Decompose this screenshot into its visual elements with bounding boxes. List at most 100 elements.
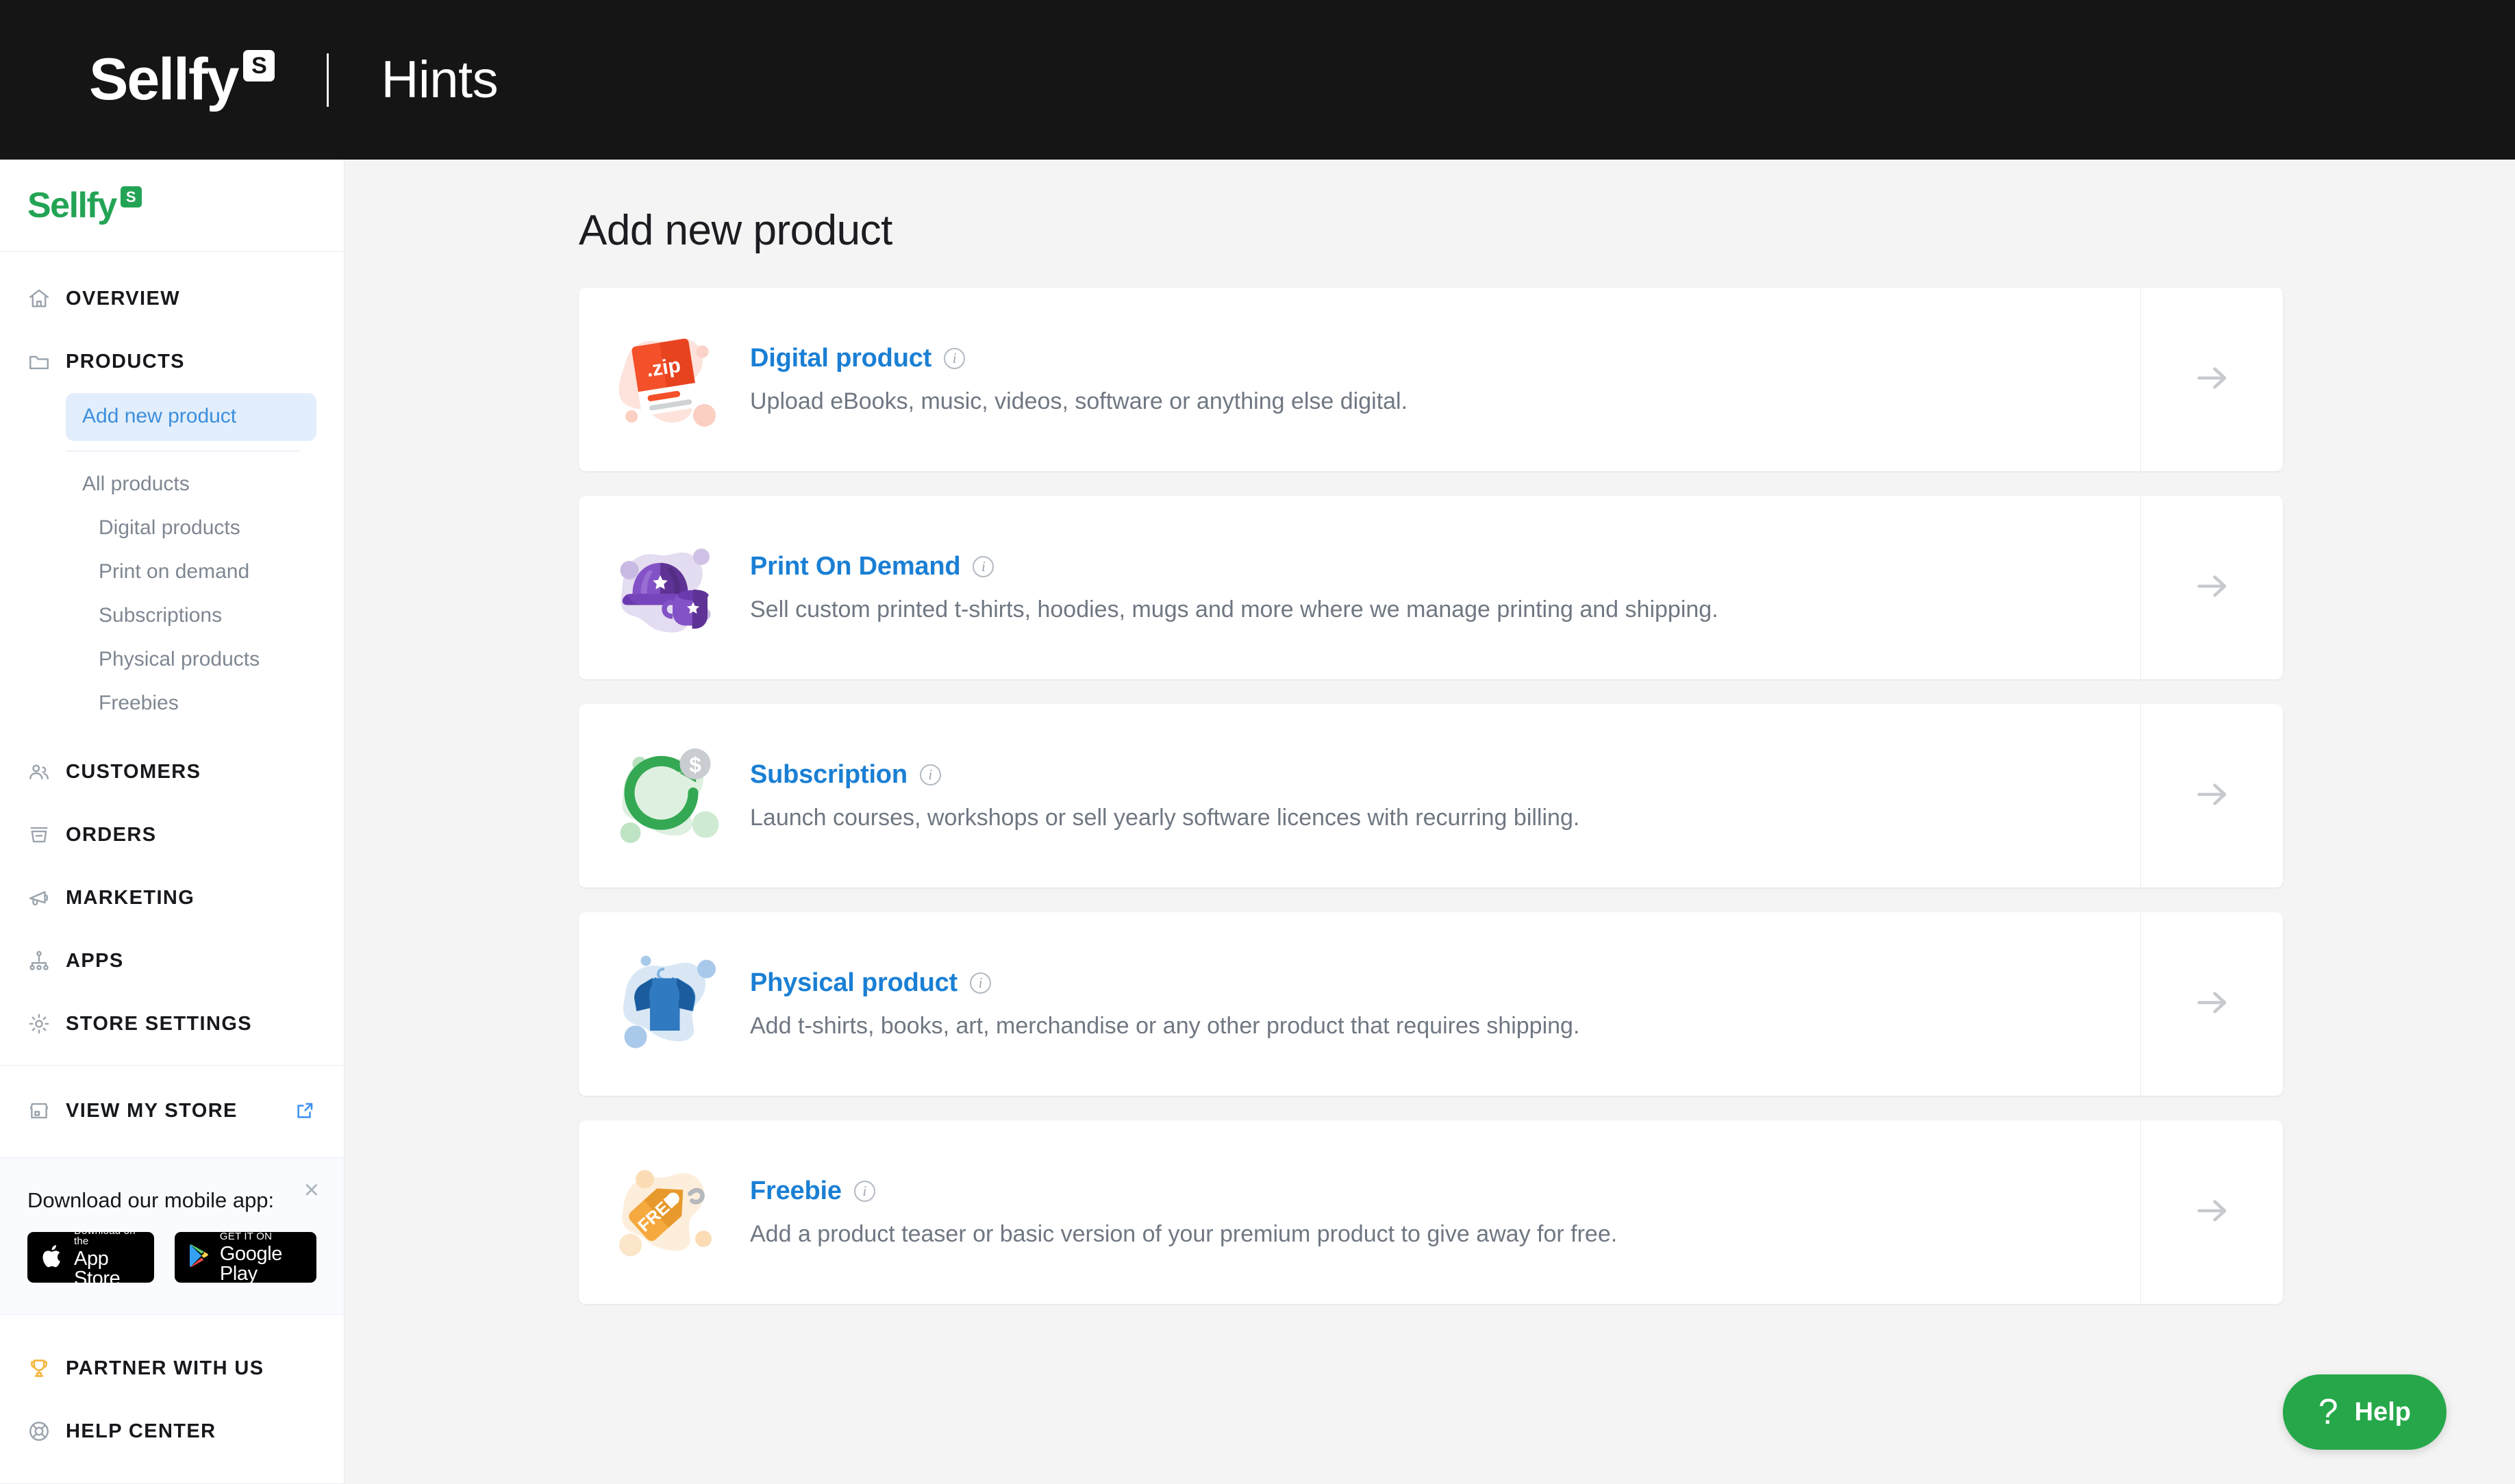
card-go-button[interactable]: [2140, 496, 2283, 679]
google-play-badge[interactable]: GET IT ON Google Play: [174, 1231, 316, 1284]
sidebar-item-print-on-demand[interactable]: Print on demand: [66, 550, 316, 594]
cap-and-mug-icon: [579, 496, 750, 679]
tshirt-icon: [579, 912, 750, 1096]
card-title[interactable]: Subscription: [750, 760, 908, 790]
info-icon[interactable]: i: [853, 1181, 875, 1202]
top-bar: Sellfy S Hints: [0, 0, 2515, 160]
card-header: Digital product i: [750, 344, 2099, 373]
card-title[interactable]: Freebie: [750, 1177, 842, 1206]
card-description: Launch courses, workshops or sell yearly…: [750, 805, 1580, 831]
promo-title: Download our mobile app:: [27, 1188, 275, 1212]
sidebar-item-label: HELP CENTER: [66, 1420, 216, 1442]
zip-file-icon: .zip: [579, 288, 750, 471]
sidebar-item-label: PARTNER WITH US: [66, 1357, 264, 1379]
page-title: Add new product: [579, 207, 892, 254]
sidebar-item-add-new-product[interactable]: Add new product: [66, 393, 316, 441]
sidebar-item-subscriptions[interactable]: Subscriptions: [66, 594, 316, 638]
sidebar-sellfy-logo[interactable]: Sellfy S: [27, 185, 142, 226]
sidebar-item-view-my-store[interactable]: VIEW MY STORE: [0, 1079, 344, 1142]
sellfy-brand-logo[interactable]: Sellfy S: [89, 46, 275, 114]
sidebar-brand-wordmark: Sellfy: [27, 186, 117, 225]
store-icon: [27, 1099, 66, 1122]
info-icon[interactable]: i: [970, 972, 991, 994]
card-header: Physical product i: [750, 968, 2099, 998]
sidebar-item-label: APPS: [66, 949, 124, 972]
card-header: Freebie i: [750, 1177, 2099, 1206]
card-body: Digital product i Upload eBooks, music, …: [750, 288, 2140, 471]
card-go-button[interactable]: [2140, 704, 2283, 888]
sidebar-item-label: ORDERS: [66, 823, 157, 846]
card-go-button[interactable]: [2140, 1120, 2283, 1304]
sidebar-item-store-settings[interactable]: STORE SETTINGS: [0, 992, 344, 1055]
sidebar-item-customers[interactable]: CUSTOMERS: [0, 740, 344, 803]
brand-mark-icon: S: [243, 50, 275, 81]
arrow-right-icon: [2192, 566, 2232, 609]
sidebar-item-partner-with-us[interactable]: PARTNER WITH US: [0, 1337, 344, 1400]
card-title[interactable]: Digital product: [750, 344, 931, 373]
card-description: Upload eBooks, music, videos, software o…: [750, 388, 1408, 414]
product-type-card-print-on-demand[interactable]: Print On Demand i Sell custom printed t-…: [579, 496, 2283, 679]
sidebar-item-products[interactable]: PRODUCTS: [0, 330, 344, 393]
info-icon[interactable]: i: [973, 556, 994, 577]
app-store-badge-text: Download on the App Store: [74, 1226, 142, 1289]
app-store-badge[interactable]: Download on the App Store: [27, 1226, 154, 1289]
customers-icon: [27, 760, 66, 783]
sidebar-subitem-label: All products: [82, 473, 190, 495]
home-icon: [27, 287, 66, 310]
sidebar-item-label: OVERVIEW: [66, 287, 180, 310]
orders-icon: [27, 823, 66, 846]
card-go-button[interactable]: [2140, 912, 2283, 1096]
apps-icon: [27, 949, 66, 972]
sidebar-item-help-center[interactable]: HELP CENTER: [0, 1400, 344, 1463]
store-badges: Download on the App Store GET IT ON Goog…: [27, 1226, 316, 1289]
sidebar-secondary-nav: PARTNER WITH US HELP CENTER: [0, 1315, 344, 1483]
sidebar-logo-area[interactable]: Sellfy S: [0, 160, 344, 252]
sidebar-item-apps[interactable]: APPS: [0, 929, 344, 992]
recurring-dollar-icon: $: [579, 704, 750, 888]
topbar-divider: [327, 53, 329, 107]
card-body: Freebie i Add a product teaser or basic …: [750, 1120, 2140, 1304]
sidebar-item-marketing[interactable]: MARKETING: [0, 866, 344, 929]
sidebar-item-freebies[interactable]: Freebies: [66, 681, 316, 725]
sidebar-subitem-label: Add new product: [82, 405, 237, 427]
megaphone-icon: [27, 886, 66, 909]
product-type-card-freebie[interactable]: FREE Freebie i Add a product teaser or b…: [579, 1120, 2283, 1304]
card-title[interactable]: Physical product: [750, 968, 958, 998]
sidebar-item-label: MARKETING: [66, 886, 195, 909]
main-content: Add new product .zip Digital product i U…: [345, 160, 2515, 1484]
sidebar-item-label: VIEW MY STORE: [66, 1099, 238, 1122]
svg-text:$: $: [689, 753, 701, 777]
card-header: Subscription i: [750, 760, 2099, 790]
sidebar-subitem-label: Freebies: [99, 692, 179, 714]
sidebar-item-orders[interactable]: ORDERS: [0, 803, 344, 866]
product-type-card-digital[interactable]: .zip Digital product i Upload eBooks, mu…: [579, 288, 2283, 471]
product-type-card-physical[interactable]: Physical product i Add t-shirts, books, …: [579, 912, 2283, 1096]
external-link-icon[interactable]: [295, 1101, 315, 1121]
folder-icon: [27, 350, 66, 373]
info-icon[interactable]: i: [944, 348, 966, 369]
sidebar-primary-nav: OVERVIEW PRODUCTS Add new product All pr…: [0, 252, 344, 1065]
google-play-icon: [187, 1243, 212, 1272]
google-play-badge-big: Google Play: [219, 1242, 283, 1285]
apple-icon: [40, 1243, 66, 1272]
sidebar-store-section: VIEW MY STORE: [0, 1066, 344, 1157]
sidebar-item-physical-products[interactable]: Physical products: [66, 638, 316, 681]
card-description: Add a product teaser or basic version of…: [750, 1221, 1618, 1247]
arrow-right-icon: [2192, 1191, 2232, 1234]
help-widget-button[interactable]: ? Help: [2282, 1374, 2447, 1450]
product-type-card-subscription[interactable]: $ Subscription i Launch courses, worksho…: [579, 704, 2283, 888]
sidebar-item-all-products[interactable]: All products: [66, 462, 316, 506]
google-play-badge-text: GET IT ON Google Play: [220, 1231, 304, 1284]
close-icon[interactable]: ×: [304, 1177, 319, 1203]
card-description: Add t-shirts, books, art, merchandise or…: [750, 1013, 1580, 1039]
question-mark-icon: ?: [2318, 1392, 2338, 1432]
sidebar-item-digital-products[interactable]: Digital products: [66, 506, 316, 550]
sidebar-subitem-label: Physical products: [99, 648, 260, 670]
page-context-title: Hints: [381, 51, 499, 109]
card-title[interactable]: Print On Demand: [750, 552, 961, 581]
sidebar-item-label: CUSTOMERS: [66, 760, 201, 783]
card-body: Subscription i Launch courses, workshops…: [750, 704, 2140, 888]
info-icon[interactable]: i: [919, 764, 941, 785]
card-go-button[interactable]: [2140, 288, 2283, 471]
sidebar-item-overview[interactable]: OVERVIEW: [0, 267, 344, 330]
